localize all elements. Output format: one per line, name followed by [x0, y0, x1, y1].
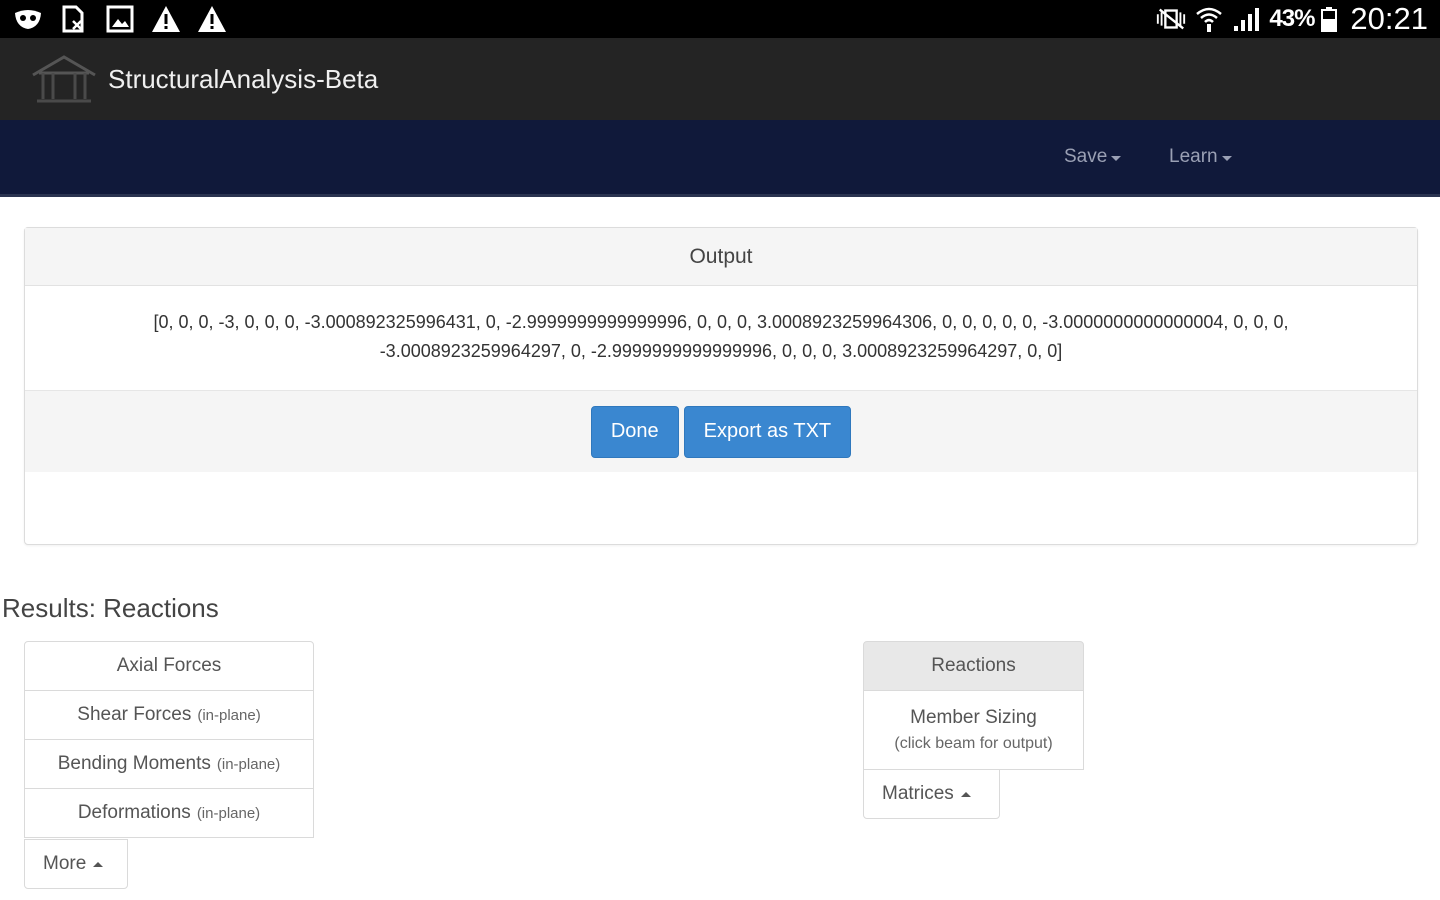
list-item-note: (click beam for output): [894, 735, 1053, 752]
list-item-label: Shear Forces: [77, 704, 192, 725]
wifi-icon: [1193, 4, 1225, 34]
bending-moments-item[interactable]: Bending Moments (in-plane): [24, 739, 314, 789]
mask-icon: [12, 4, 44, 34]
deformations-item[interactable]: Deformations (in-plane): [24, 788, 314, 838]
warning-icon: [150, 4, 182, 34]
signal-icon: [1231, 4, 1263, 34]
list-item-label: Bending Moments: [57, 753, 211, 774]
list-item-note: (in-plane): [197, 706, 261, 724]
system-status: 43% 20:21: [1155, 1, 1428, 37]
learn-menu-label: Learn: [1169, 146, 1218, 167]
more-dropdown-button[interactable]: More: [24, 839, 128, 889]
list-item-note: (in-plane): [196, 804, 261, 822]
more-label: More: [43, 853, 87, 874]
chevron-up-icon: [960, 791, 971, 797]
list-item-label: Member Sizing: [910, 707, 1037, 728]
app-bar: StructuralAnalysis-Beta: [0, 38, 1440, 120]
save-menu[interactable]: Save: [1064, 146, 1122, 168]
vibrate-mute-icon: [1155, 4, 1187, 34]
list-item-label: Axial Forces: [116, 655, 222, 676]
battery-percent: 43%: [1269, 5, 1315, 32]
clock: 20:21: [1350, 1, 1428, 36]
document-icon: [58, 4, 90, 34]
list-item-note: (in-plane): [216, 755, 281, 773]
notification-icons: [12, 4, 228, 34]
chevron-down-icon: [1111, 155, 1122, 161]
list-item-label: Reactions: [931, 655, 1016, 676]
output-panel: Output [0, 0, 0, -3, 0, 0, 0, -3.0008923…: [24, 227, 1418, 545]
status-bar: 43% 20:21: [0, 0, 1440, 38]
matrices-dropdown-button[interactable]: Matrices: [863, 769, 1000, 819]
axial-forces-item[interactable]: Axial Forces: [24, 641, 314, 691]
member-sizing-item[interactable]: Member Sizing (click beam for output): [863, 690, 1084, 770]
results-right-list: Reactions Member Sizing (click beam for …: [863, 641, 1084, 770]
export-txt-button[interactable]: Export as TXT: [683, 405, 852, 458]
results-title: Results: Reactions: [2, 593, 219, 623]
reactions-item[interactable]: Reactions: [863, 641, 1084, 691]
output-actions: Done Export as TXT: [25, 390, 1417, 472]
warning-icon: [196, 4, 228, 34]
battery-icon: [1320, 4, 1338, 34]
output-heading: Output: [25, 228, 1417, 286]
output-text: [0, 0, 0, -3, 0, 0, 0, -3.00089232599643…: [153, 312, 1289, 361]
app-title: StructuralAnalysis-Beta: [108, 63, 379, 94]
learn-menu[interactable]: Learn: [1169, 146, 1232, 168]
chevron-down-icon: [1221, 155, 1232, 161]
results-left-list: Axial Forces Shear Forces (in-plane) Ben…: [24, 641, 314, 838]
list-item-label: Deformations: [77, 802, 191, 823]
chevron-up-icon: [93, 861, 104, 867]
shear-forces-item[interactable]: Shear Forces (in-plane): [24, 690, 314, 740]
save-menu-label: Save: [1064, 146, 1108, 167]
app-logo-icon: [28, 48, 100, 110]
top-navbar: Save Learn: [0, 120, 1440, 197]
matrices-label: Matrices: [882, 783, 954, 804]
image-icon: [104, 4, 136, 34]
done-button[interactable]: Done: [590, 405, 679, 458]
